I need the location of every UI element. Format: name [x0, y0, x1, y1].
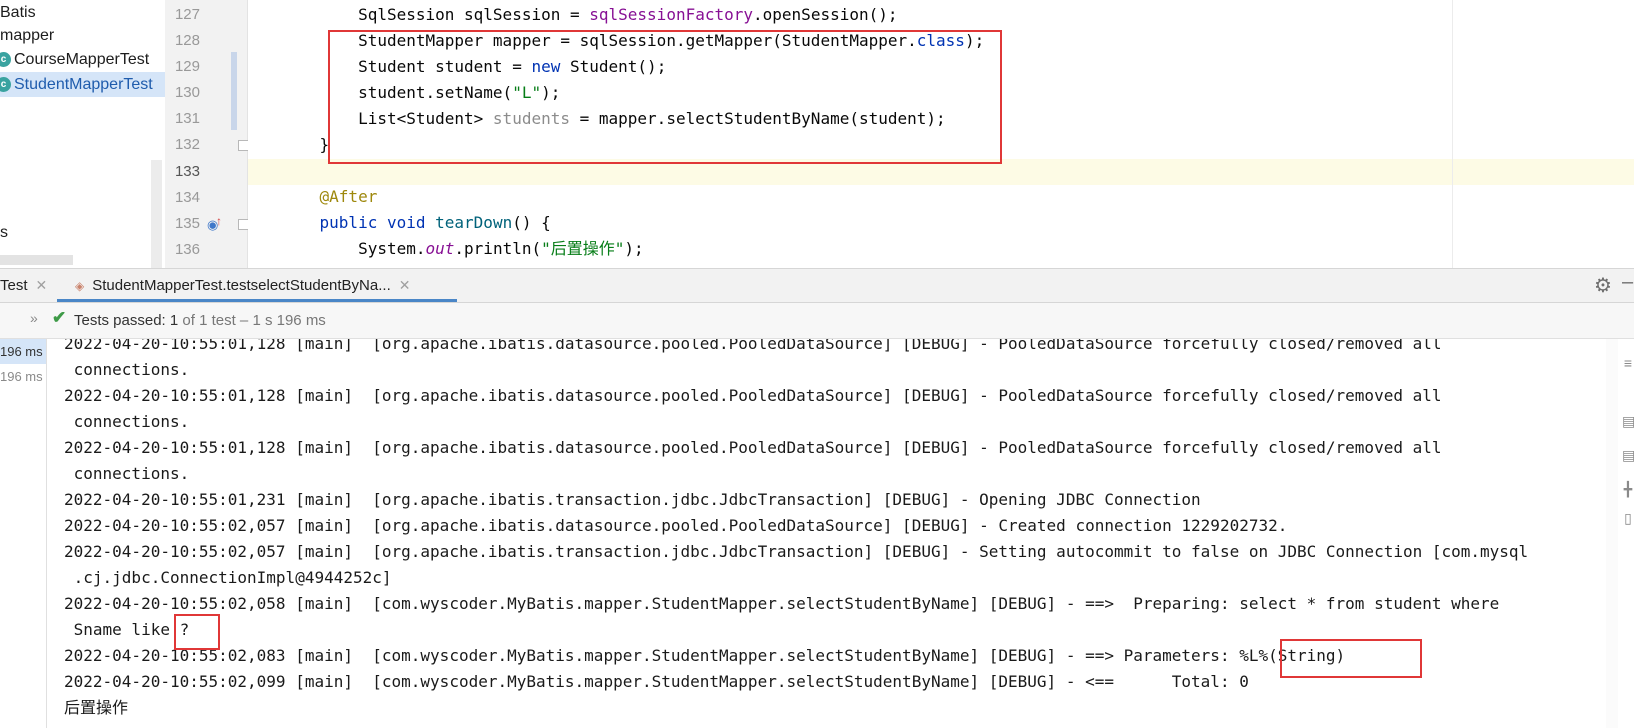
console-line: 2022-04-20-10:55:02,057 [main] [org.apac… — [64, 542, 1529, 561]
vcs-change-marker[interactable] — [231, 52, 237, 130]
status-label: Tests passed: — [74, 312, 170, 329]
code-token: out — [425, 239, 455, 258]
active-tab-indicator — [57, 299, 457, 302]
code-token: () { — [512, 213, 551, 232]
test-duration[interactable]: 196 ms — [0, 339, 46, 364]
console-line: 2022-04-20-10:55:01,128 [main] [org.apac… — [64, 339, 1442, 353]
test-results-tree[interactable]: 196 ms 196 ms — [0, 339, 47, 728]
line-number: 130 — [174, 84, 200, 101]
console-line: 2022-04-20-10:55:02,058 [main] [com.wysc… — [64, 594, 1500, 613]
line-number: 132 — [174, 136, 200, 153]
code-annotation-box — [328, 30, 1002, 164]
code-line: @After — [281, 184, 378, 210]
close-icon[interactable]: ✕ — [36, 277, 48, 293]
chevron-right-icon[interactable]: » — [30, 310, 38, 326]
right-margin-guide — [1452, 0, 1453, 268]
tree-horizontal-scrollbar[interactable] — [0, 255, 73, 265]
code-line: SqlSession sqlSession = sqlSessionFactor… — [281, 2, 898, 28]
code-token: .openSession(); — [753, 5, 898, 24]
print-icon[interactable]: ▤ — [1622, 447, 1634, 467]
tab-test[interactable]: Test ✕ — [0, 269, 47, 302]
status-count: 1 — [169, 312, 179, 329]
code-line: public void tearDown() { — [281, 210, 551, 236]
console-line: 2022-04-20-10:55:02,057 [main] [org.apac… — [64, 516, 1288, 535]
test-class-icon: c — [0, 52, 11, 68]
tree-vertical-scrollbar[interactable] — [151, 160, 162, 268]
code-token: .println( — [454, 239, 542, 258]
tree-item-label: Batis — [0, 4, 36, 21]
code-token: "后置操作" — [541, 239, 625, 258]
console-line: 2022-04-20-10:55:01,128 [main] [org.apac… — [64, 386, 1442, 405]
arrow-up-icon: ↑ — [216, 214, 222, 228]
tree-item-label: mapper — [0, 27, 55, 44]
tree-item-label: StudentMapperTest — [14, 76, 153, 93]
close-icon[interactable]: ✕ — [399, 277, 411, 293]
tree-item-coursemappertest[interactable]: c CourseMapperTest — [0, 47, 149, 72]
line-number: 127 — [174, 6, 200, 23]
code-token: tearDown — [435, 213, 513, 232]
console-annotation-box — [174, 614, 220, 650]
console-annotation-box — [1280, 639, 1422, 678]
tab-label: Test — [0, 277, 28, 294]
test-class-icon: c — [0, 77, 11, 93]
code-token: @After — [319, 187, 378, 206]
tree-item-studentmappertest[interactable]: c StudentMapperTest — [0, 72, 165, 97]
line-number: 128 — [174, 32, 200, 49]
run-tab-bar: Test ✕ ◈ StudentMapperTest.testselectStude… — [0, 268, 1634, 303]
line-number: 136 — [174, 241, 200, 258]
gear-icon[interactable]: ⚙ — [1594, 273, 1612, 298]
minimize-icon[interactable]: – — [1622, 271, 1633, 294]
test-status-bar: » ✔ Tests passed: 1 of 1 test – 1 s 196 … — [0, 303, 1634, 339]
code-token: sqlSessionFactory — [589, 5, 754, 24]
line-number: 129 — [174, 58, 200, 75]
test-status-text: Tests passed: 1 of 1 test – 1 s 196 ms — [74, 312, 326, 329]
console-line: 2022-04-20-10:55:01,128 [main] [org.apac… — [64, 438, 1442, 457]
console-line: 2022-04-20-10:55:02,099 [main] [com.wysc… — [64, 672, 1249, 691]
line-number: 135 — [174, 215, 200, 232]
check-icon: ✔ — [52, 308, 67, 327]
project-tree[interactable]: Batis mapper c CourseMapperTest c StudentM… — [0, 0, 165, 268]
code-token: SqlSession sqlSession = — [358, 5, 590, 24]
code-token: void — [386, 213, 426, 232]
status-detail: of 1 test – 1 s 196 ms — [178, 312, 326, 329]
soft-wrap-icon[interactable]: ≡ — [1622, 355, 1634, 375]
pin-icon[interactable]: ╋ — [1622, 481, 1634, 501]
console-line: connections. — [64, 412, 190, 431]
code-token: public — [319, 213, 378, 232]
code-line: } — [281, 132, 330, 158]
trash-icon[interactable]: ▯ — [1622, 510, 1634, 530]
tree-item-batis[interactable]: Batis — [0, 0, 36, 25]
test-duration[interactable]: 196 ms — [0, 364, 43, 389]
console-scrollbar[interactable] — [1606, 339, 1618, 728]
tree-item-s[interactable]: s — [0, 220, 8, 245]
line-number: 133 — [174, 163, 200, 180]
test-run-icon: ◈ — [75, 279, 85, 293]
tree-item-mapper[interactable]: mapper — [0, 23, 54, 48]
console-line: 后置操作 — [64, 698, 129, 717]
line-number: 131 — [174, 110, 200, 127]
console-line: connections. — [64, 464, 190, 483]
tab-label: StudentMapperTest.testselectStudentByNa.… — [92, 277, 391, 294]
console-line: 2022-04-20-10:55:01,231 [main] [org.apac… — [64, 490, 1201, 509]
tree-item-label: CourseMapperTest — [14, 51, 150, 68]
console-line: connections. — [64, 360, 190, 379]
line-number: 134 — [174, 189, 200, 206]
code-token: System. — [358, 239, 426, 258]
console-line: Sname like ? — [64, 620, 190, 639]
tab-studentmappertest-run[interactable]: ◈ StudentMapperTest.testselectStudentByNa… — [75, 269, 410, 302]
console-line: .cj.jdbc.ConnectionImpl@4944252c] — [64, 568, 392, 587]
console-line: 2022-04-20-10:55:02,083 [main] [com.wysc… — [64, 646, 1346, 665]
code-line: System.out.println("后置操作"); — [281, 236, 644, 262]
code-token: ); — [624, 239, 644, 258]
tree-item-label: s — [0, 224, 8, 241]
scroll-to-end-icon[interactable]: ▤ — [1622, 413, 1634, 433]
